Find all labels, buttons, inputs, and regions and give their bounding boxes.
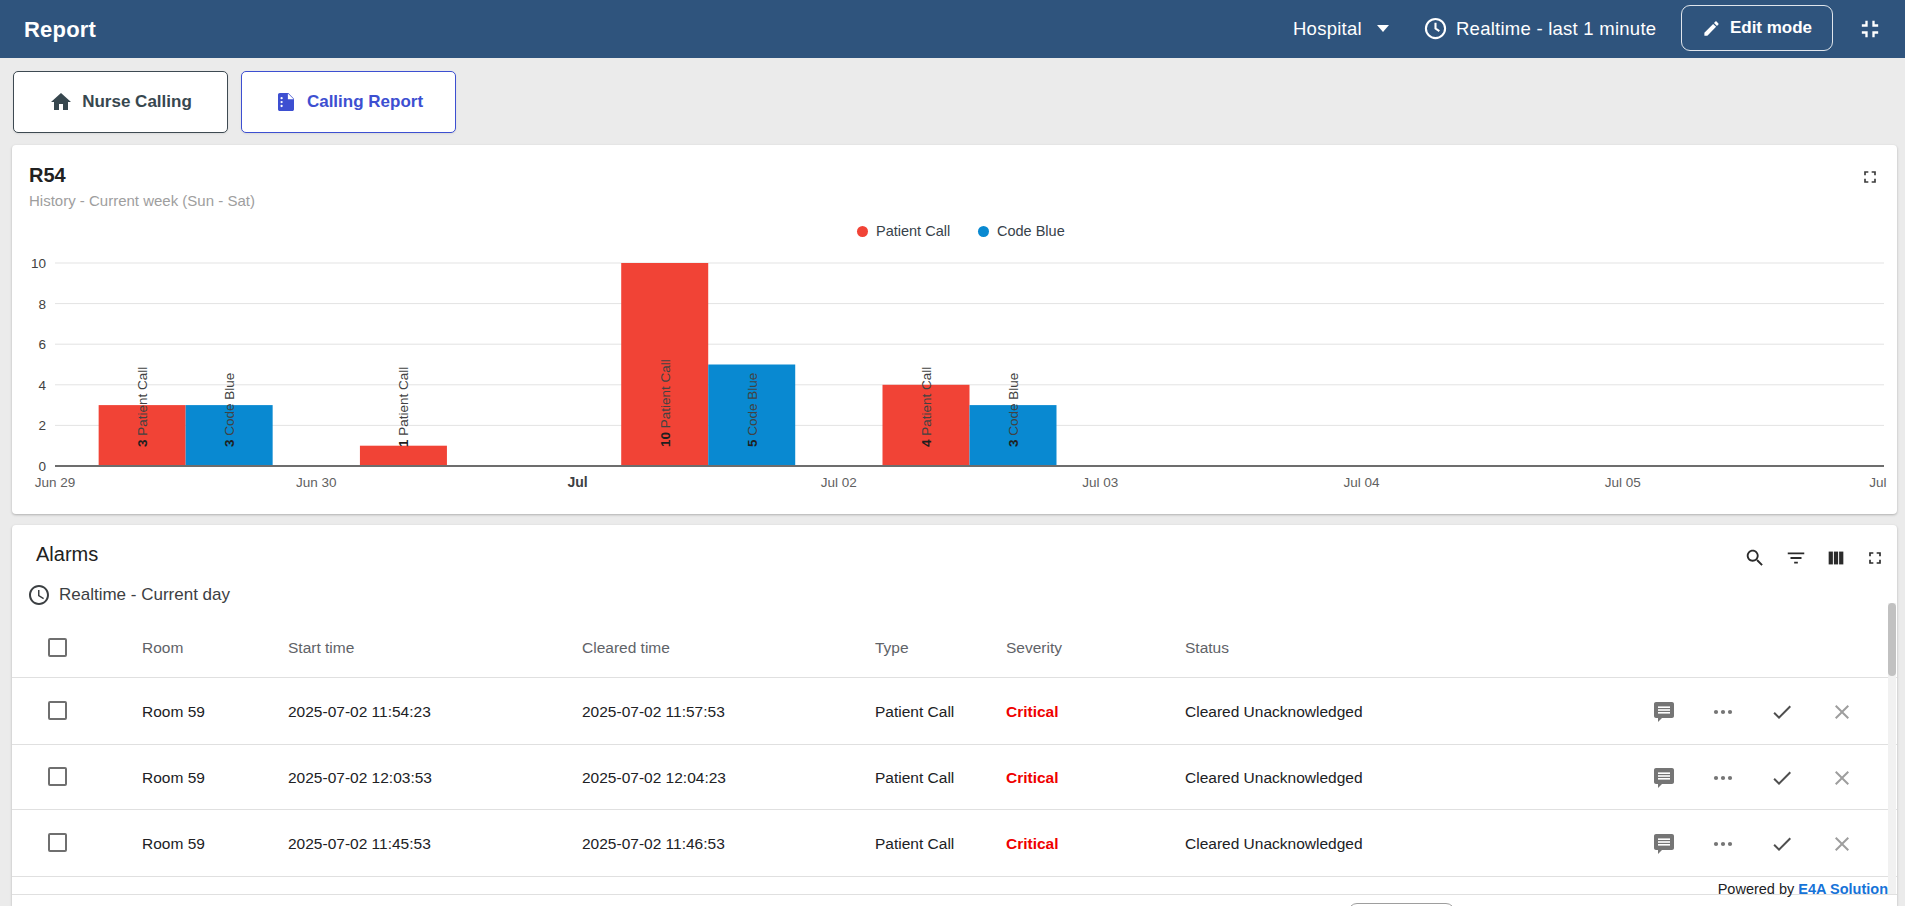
- table-timeframe-label: Realtime - Current day: [59, 585, 230, 605]
- svg-text:Jun 29: Jun 29: [35, 475, 76, 490]
- svg-text:Jul 02: Jul 02: [821, 475, 857, 490]
- table-row: Room 59 2025-07-02 11:45:53 2025-07-02 11:…: [12, 810, 1897, 877]
- column-header-severity[interactable]: Severity: [1006, 639, 1062, 657]
- table-fullscreen-icon[interactable]: [1865, 547, 1887, 569]
- fullscreen-exit-icon[interactable]: [1856, 15, 1884, 43]
- column-header-room[interactable]: Room: [142, 639, 183, 657]
- home-icon: [49, 90, 73, 114]
- cell-room: Room 59: [142, 703, 205, 721]
- comment-icon[interactable]: [1652, 700, 1676, 724]
- column-header-type[interactable]: Type: [875, 639, 909, 657]
- table-header-row: Room Start time Cleared time Type Severity St…: [12, 620, 1897, 678]
- column-header-cleared[interactable]: Cleared time: [582, 639, 670, 657]
- cell-severity: Critical: [1006, 835, 1059, 853]
- columns-icon[interactable]: [1825, 547, 1847, 569]
- svg-text:6: 6: [38, 337, 46, 352]
- svg-text:3 Code Blue: 3 Code Blue: [222, 373, 237, 447]
- search-icon[interactable]: [1744, 547, 1766, 569]
- acknowledge-check-icon[interactable]: [1770, 700, 1794, 724]
- svg-text:3 Patient Call: 3 Patient Call: [135, 367, 150, 447]
- cell-type: Patient Call: [875, 835, 954, 853]
- powered-by-label: Powered by: [1718, 881, 1795, 897]
- tab-nurse-calling[interactable]: Nurse Calling: [13, 71, 228, 133]
- row-checkbox[interactable]: [48, 833, 67, 852]
- svg-text:1 Patient Call: 1 Patient Call: [396, 367, 411, 447]
- tab-label: Calling Report: [307, 92, 423, 112]
- alarms-title: Alarms: [36, 543, 98, 566]
- column-header-status[interactable]: Status: [1185, 639, 1229, 657]
- pencil-icon: [1702, 19, 1721, 38]
- tab-label: Nurse Calling: [82, 92, 192, 112]
- cell-room: Room 59: [142, 835, 205, 853]
- acknowledge-check-icon[interactable]: [1770, 832, 1794, 856]
- svg-text:4 Patient Call: 4 Patient Call: [919, 367, 934, 447]
- select-all-checkbox[interactable]: [48, 638, 67, 657]
- bar-chart: 0 2 4 6 8 10 3 Patient Call 1 Patient Call 10 Pa…: [12, 145, 1897, 514]
- tab-calling-report[interactable]: Calling Report: [241, 71, 456, 133]
- svg-text:5 Code Blue: 5 Code Blue: [745, 373, 760, 447]
- cell-cleared: 2025-07-02 12:04:23: [582, 769, 726, 787]
- site-selector[interactable]: Hospital: [1293, 18, 1362, 40]
- cell-type: Patient Call: [875, 703, 954, 721]
- cell-severity: Critical: [1006, 769, 1059, 787]
- column-header-start[interactable]: Start time: [288, 639, 354, 657]
- cell-status: Cleared Unacknowledged: [1185, 703, 1363, 721]
- cell-type: Patient Call: [875, 769, 954, 787]
- edit-mode-label: Edit mode: [1730, 18, 1812, 38]
- table-row-partial: [12, 877, 1897, 894]
- table-bottom-divider: [12, 894, 1897, 895]
- cell-start: 2025-07-02 12:03:53: [288, 769, 432, 787]
- svg-text:2: 2: [38, 418, 46, 433]
- svg-text:4: 4: [38, 378, 46, 393]
- powered-by: Powered by E4A Solution: [1718, 881, 1888, 897]
- table-scrollbar-thumb[interactable]: [1888, 603, 1896, 676]
- table-row: Room 59 2025-07-02 12:03:53 2025-07-02 12:…: [12, 745, 1897, 810]
- comment-icon[interactable]: [1652, 832, 1676, 856]
- more-options-icon[interactable]: [1711, 766, 1735, 790]
- cell-room: Room 59: [142, 769, 205, 787]
- realtime-range-label[interactable]: Realtime - last 1 minute: [1456, 18, 1656, 40]
- chart-card: R54 History - Current week (Sun - Sat) P…: [12, 145, 1897, 514]
- row-checkbox[interactable]: [48, 701, 67, 720]
- svg-text:Jul 05: Jul 05: [1605, 475, 1641, 490]
- chevron-down-icon[interactable]: [1377, 25, 1389, 32]
- brand-link[interactable]: E4A Solution: [1798, 881, 1888, 897]
- svg-text:0: 0: [38, 459, 46, 474]
- close-icon[interactable]: [1830, 832, 1854, 856]
- topbar: Report Hospital Realtime - last 1 minute…: [0, 0, 1905, 58]
- svg-text:Jul 04: Jul 04: [1343, 475, 1380, 490]
- alarms-card: Alarms Realtime - Current day RoomStar: [12, 525, 1897, 906]
- cell-cleared: 2025-07-02 11:57:53: [582, 703, 725, 721]
- table-row: Room 59 2025-07-02 11:54:23 2025-07-02 11:…: [12, 678, 1897, 745]
- table-timeframe: Realtime - Current day: [27, 583, 230, 607]
- svg-text:10 Patient Call: 10 Patient Call: [658, 359, 673, 447]
- clock-icon: [1423, 16, 1448, 41]
- page-title: Report: [24, 17, 96, 43]
- table-scrollbar[interactable]: [1888, 603, 1896, 894]
- row-checkbox[interactable]: [48, 767, 67, 786]
- svg-text:Jul: Jul: [567, 474, 587, 490]
- svg-text:10: 10: [31, 256, 46, 271]
- report-document-icon: [274, 90, 298, 114]
- cell-status: Cleared Unacknowledged: [1185, 769, 1363, 787]
- cell-severity: Critical: [1006, 703, 1059, 721]
- cell-cleared: 2025-07-02 11:46:53: [582, 835, 725, 853]
- cell-status: Cleared Unacknowledged: [1185, 835, 1363, 853]
- close-icon[interactable]: [1830, 700, 1854, 724]
- comment-icon[interactable]: [1652, 766, 1676, 790]
- svg-text:3 Code Blue: 3 Code Blue: [1006, 373, 1021, 447]
- svg-text:Jun 30: Jun 30: [296, 475, 337, 490]
- edit-mode-button[interactable]: Edit mode: [1681, 5, 1833, 51]
- more-options-icon[interactable]: [1711, 832, 1735, 856]
- svg-text:8: 8: [38, 297, 46, 312]
- close-icon[interactable]: [1830, 766, 1854, 790]
- cell-start: 2025-07-02 11:45:53: [288, 835, 431, 853]
- acknowledge-check-icon[interactable]: [1770, 766, 1794, 790]
- cell-start: 2025-07-02 11:54:23: [288, 703, 431, 721]
- more-options-icon[interactable]: [1711, 700, 1735, 724]
- clock-icon: [27, 583, 51, 607]
- svg-text:Jul: Jul: [1869, 475, 1886, 490]
- filter-icon[interactable]: [1785, 547, 1807, 569]
- svg-text:Jul 03: Jul 03: [1082, 475, 1118, 490]
